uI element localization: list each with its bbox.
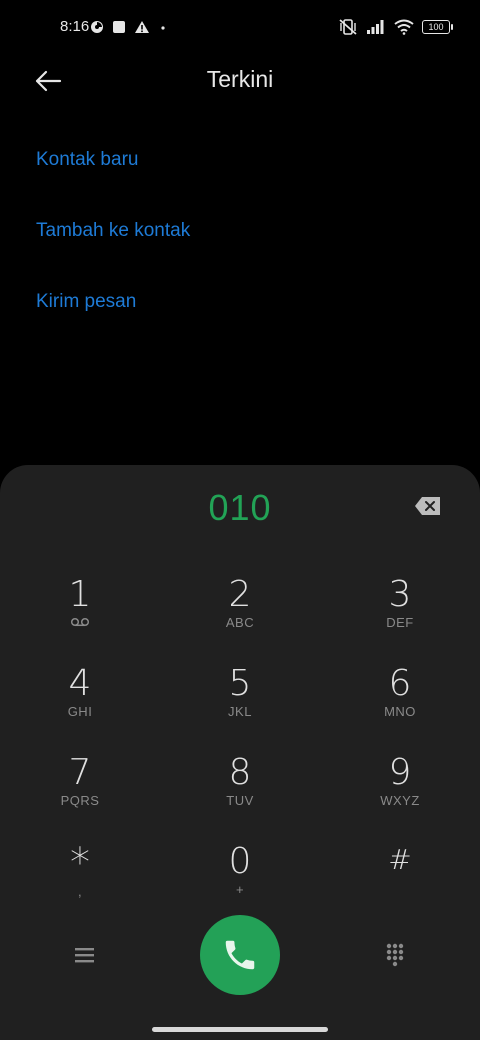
key-3[interactable]: 3 DEF (320, 573, 480, 662)
top-bar: Terkini (0, 56, 480, 106)
menu-icon[interactable] (70, 942, 100, 968)
dialpad-controls (0, 915, 480, 995)
key-letters: ABC (225, 615, 255, 630)
key-digit: 6 (388, 663, 412, 704)
backspace-icon[interactable] (414, 495, 442, 517)
phone-icon (225, 940, 255, 970)
dialpad-sheet: 010 1 2 ABC 3 DEF 4 GHI 5 JKL 6 MNO 7 PQ… (0, 465, 480, 1040)
number-actions: Kontak baru Tambah ke kontak Kirim pesan (36, 146, 190, 359)
battery-icon: 100 (422, 20, 453, 34)
status-time: 8:16 (60, 18, 90, 35)
status-bar: 8:16 100 (0, 0, 480, 56)
keypad-row-3: 7 PQRS 8 TUV 9 WXYZ (0, 751, 480, 840)
key-digit: 2 (228, 574, 252, 615)
key-digit: 7 (68, 752, 92, 793)
keypad-row-2: 4 GHI 5 JKL 6 MNO (0, 662, 480, 751)
more-notifications-dot-icon (161, 26, 165, 30)
dialed-number[interactable]: 010 (0, 487, 480, 529)
square-notification-icon (113, 21, 125, 33)
key-digit: 4 (68, 663, 92, 704)
new-contact-link[interactable]: Kontak baru (36, 146, 190, 217)
key-digit: 8 (228, 752, 252, 793)
key-digit: # (388, 843, 412, 876)
key-letters: JKL (228, 704, 252, 719)
key-6[interactable]: 6 MNO (320, 662, 480, 751)
phone-screen: 8:16 100 Terkini Kontak baru Tambah ke k… (0, 0, 480, 1040)
page-title: Terkini (206, 66, 274, 92)
key-letters: MNO (384, 704, 416, 719)
data-saver-icon (91, 21, 103, 33)
key-digit: 3 (388, 574, 412, 615)
key-2[interactable]: 2 ABC (160, 573, 320, 662)
key-letters: PQRS (60, 793, 100, 808)
key-letters: , (77, 884, 83, 899)
key-1[interactable]: 1 (0, 573, 160, 662)
status-right-icons: 100 (338, 17, 453, 37)
dialpad-icon[interactable] (380, 940, 410, 970)
wifi-icon (394, 19, 414, 35)
key-digit: 9 (388, 752, 412, 793)
send-message-link[interactable]: Kirim pesan (36, 288, 190, 359)
gesture-nav-handle[interactable] (152, 1027, 328, 1032)
key-letters: TUV (226, 793, 254, 808)
status-left-icons (90, 18, 168, 36)
key-digit: 0 (228, 841, 252, 882)
key-5[interactable]: 5 JKL (160, 662, 320, 751)
key-8[interactable]: 8 TUV (160, 751, 320, 840)
keypad: 1 2 ABC 3 DEF 4 GHI 5 JKL 6 MNO 7 PQRS 8… (0, 573, 480, 929)
key-9[interactable]: 9 WXYZ (320, 751, 480, 840)
key-4[interactable]: 4 GHI (0, 662, 160, 751)
key-letters: WXYZ (380, 793, 420, 808)
signal-icon (367, 20, 384, 34)
key-digit: * (70, 840, 90, 886)
key-letters: GHI (67, 704, 93, 719)
keypad-row-1: 1 2 ABC 3 DEF (0, 573, 480, 662)
key-letters: DEF (386, 615, 414, 630)
key-digit: 5 (228, 663, 252, 704)
warning-icon (135, 21, 149, 33)
call-button[interactable] (200, 915, 280, 995)
add-to-contact-link[interactable]: Tambah ke kontak (36, 217, 190, 288)
voicemail-icon (70, 617, 90, 627)
vibrate-off-icon (339, 19, 357, 35)
key-letters: + (235, 882, 245, 897)
key-digit: 1 (68, 574, 92, 615)
key-7[interactable]: 7 PQRS (0, 751, 160, 840)
